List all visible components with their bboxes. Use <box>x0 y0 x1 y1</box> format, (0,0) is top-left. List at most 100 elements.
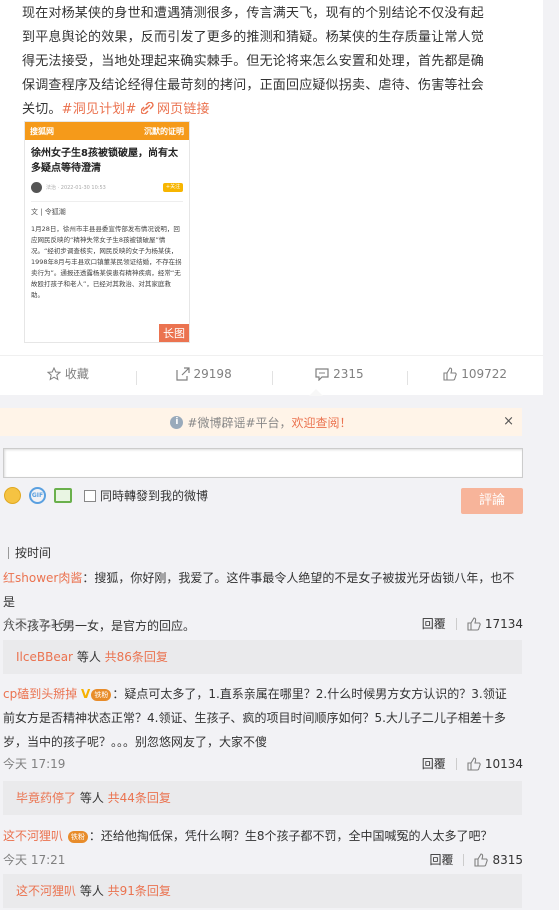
thumb-source: 搜狐网 <box>30 126 54 136</box>
notice-text: #微博辟谣#平台， <box>187 415 292 430</box>
long-image-thumbnail[interactable]: 搜狐网 沉默的证明 徐州女子生8孩被锁破屋，尚有太多疑点等待澄清 法治 · 20… <box>24 121 190 343</box>
sort-control[interactable]: 按时间 <box>8 544 51 561</box>
reply-user[interactable]: IlceBBear <box>16 650 73 664</box>
thumb-source-right: 沉默的证明 <box>144 126 184 136</box>
thumb-follow: +关注 <box>163 183 183 192</box>
thumb-body: 1月28日，徐州市丰县县委宣传部发布情况说明，回应网民反映的“精神失常女子生8孩… <box>31 225 182 299</box>
post-text-line: 到平息舆论的效果，反而引发了更多的推测和猜疑。杨某侠的生存质量让常人觉 <box>22 30 485 45</box>
more-replies-link[interactable]: 共91条回复 <box>108 884 171 898</box>
more-replies-link[interactable]: 共44条回复 <box>108 791 171 805</box>
reply-user[interactable]: 毕竟药停了 <box>16 791 76 805</box>
comment-text: 前女方是否精神状态正常？4.领证、生孩子、疯的项目时间顺序如何？5.大儿子二儿子… <box>3 711 506 725</box>
like-button[interactable]: 109722 <box>407 366 543 385</box>
comment-text: 岁，当中的孩子呢？。。。别忽悠网友了，大家不傻 <box>3 735 268 749</box>
divider <box>455 757 457 770</box>
comment-input[interactable] <box>3 448 523 478</box>
thumb-header: 搜狐网 沉默的证明 <box>25 122 189 140</box>
repost-checkbox[interactable]: 同時轉發到我的微博 <box>84 487 208 504</box>
comment-meta: 今天 17:21 回覆 8315 <box>3 851 523 868</box>
verified-badge: V <box>81 687 91 701</box>
comment-like-count: 10134 <box>484 756 523 771</box>
comment-user[interactable]: 红shower肉酱 <box>3 571 82 585</box>
reply-button[interactable]: 回覆 <box>429 851 453 868</box>
thumb-author: 文 | 令狐潮 <box>31 208 66 216</box>
comment-item: 这不河狸叭 铁粉 ：还给他掏低保，凭什么啊？生8个孩子都不罚，全中国喊冤的人太多了… <box>3 824 523 848</box>
gif-icon[interactable]: GIF <box>29 487 46 504</box>
repost-button[interactable]: 29198 <box>135 366 272 385</box>
sub-replies-box[interactable]: 这不河狸叭 等人 共91条回复 <box>3 874 522 908</box>
sub-replies-box[interactable]: IlceBBear 等人 共86条回复 <box>3 640 522 674</box>
sort-by-time[interactable]: 按时间 <box>15 544 51 561</box>
favorite-button[interactable]: 收藏 <box>0 365 136 382</box>
divider <box>463 853 465 866</box>
thumbs-up-icon <box>474 852 489 867</box>
post-text-tail: 关切。 <box>22 102 62 117</box>
comment-pointer-arrow <box>309 389 323 396</box>
comment-text: ：还给他掏低保，凭什么啊？生8个孩子都不罚，全中国喊冤的人太多了吧？ <box>88 829 493 843</box>
post-action-bar: 收藏 29198 2315 109722 <box>0 355 543 391</box>
comment-user[interactable]: cp磕到头掰掉 <box>3 687 77 701</box>
divider <box>455 617 457 630</box>
weibo-post-card: 现在对杨某侠的身世和遭遇猜测很多，传言满天飞，现有的个别结论不仅没有起 到平息舆… <box>0 0 543 395</box>
more-replies-link[interactable]: 共86条回复 <box>105 650 168 664</box>
fan-badge: 铁粉 <box>91 689 112 701</box>
comment-like-button[interactable]: 10134 <box>467 757 523 771</box>
thumb-meta-text: 法治 · 2022-01-30 10:53 <box>46 185 106 191</box>
reply-user[interactable]: 这不河狸叭 <box>16 884 76 898</box>
reply-mid: 等人 <box>73 650 105 664</box>
sort-divider <box>8 546 9 559</box>
avatar <box>31 182 42 193</box>
comment-icon <box>315 367 329 381</box>
divider <box>31 201 183 202</box>
notice-highlight[interactable]: 欢迎查阅！ <box>292 414 352 431</box>
thumb-meta: 法治 · 2022-01-30 10:53 +关注 <box>25 176 189 199</box>
like-count: 109722 <box>461 366 508 381</box>
comment-text: ：疑点可太多了，1.直系亲属在哪里？2.什么时候男方女方认识的？3.领证 <box>112 687 507 701</box>
reply-button[interactable]: 回覆 <box>422 615 446 632</box>
image-icon[interactable] <box>54 488 72 503</box>
post-text-line: 保调查程序及结论经得住最苛刻的拷问，正面回应疑似拐卖、虐待、伤害等社会 <box>22 78 485 93</box>
thumb-title: 徐州女子生8孩被锁破屋，尚有太多疑点等待澄清 <box>31 148 178 174</box>
favorite-label: 收藏 <box>64 367 89 381</box>
web-link-label: 网页链接 <box>156 102 210 117</box>
hashtag-link[interactable]: #洞见计划# <box>62 102 137 117</box>
emoji-icon[interactable] <box>4 487 21 504</box>
reply-mid: 等人 <box>76 884 108 898</box>
star-icon <box>46 366 61 381</box>
info-icon: i <box>170 415 184 429</box>
comment-time: 今天 17:19 <box>3 757 66 771</box>
comment-count: 2315 <box>333 366 364 381</box>
comment-user[interactable]: 这不河狸叭 <box>3 829 63 843</box>
long-image-badge: 长图 <box>159 324 189 342</box>
thumbs-up-icon <box>443 366 457 381</box>
comment-button[interactable]: 2315 <box>271 366 408 385</box>
comment-meta: 今天 17:19 回覆 10134 <box>3 755 523 772</box>
checkbox-box[interactable] <box>84 489 96 502</box>
close-icon[interactable]: × <box>503 414 514 429</box>
sub-replies-box[interactable]: 毕竟药停了 等人 共44条回复 <box>3 781 522 815</box>
rumor-notice-banner: i #微博辟谣#平台， 欢迎查阅！ × <box>0 408 522 436</box>
fan-badge: 铁粉 <box>67 831 88 843</box>
post-text-line: 得无法接受，当地处理起来确实棘手。但无论将来怎么安置和处理，首先都是确 <box>22 54 485 69</box>
web-link[interactable]: 网页链接 <box>140 102 210 117</box>
thumbs-up-icon <box>467 616 481 631</box>
reply-button[interactable]: 回覆 <box>422 755 446 772</box>
thumbs-up-icon <box>467 756 481 771</box>
repost-checkbox-label: 同時轉發到我的微博 <box>100 489 209 503</box>
submit-comment-button[interactable]: 評論 <box>461 488 523 514</box>
comment-like-button[interactable]: 8315 <box>474 853 523 867</box>
comment-like-count: 8315 <box>492 852 523 867</box>
comment-time: 今天 17:16 <box>3 617 66 631</box>
post-text: 现在对杨某侠的身世和遭遇猜测很多，传言满天飞，现有的个别结论不仅没有起 到平息舆… <box>22 2 527 122</box>
comment-like-button[interactable]: 17134 <box>467 617 523 631</box>
comment-like-count: 17134 <box>484 616 523 631</box>
comment-time: 今天 17:21 <box>3 853 66 867</box>
comment-meta: 今天 17:16 回覆 17134 <box>3 615 523 632</box>
reply-mid: 等人 <box>76 791 108 805</box>
link-icon <box>140 102 154 114</box>
comment-panel: i #微博辟谣#平台， 欢迎查阅！ × GIF 同時轉發到我的微博 評論 按时间 … <box>0 396 543 910</box>
post-text-line: 现在对杨某侠的身世和遭遇猜测很多，传言满天飞，现有的个别结论不仅没有起 <box>22 6 485 21</box>
repost-icon <box>175 366 190 381</box>
repost-count: 29198 <box>193 366 232 381</box>
comment-tools: GIF 同時轉發到我的微博 <box>4 487 208 504</box>
